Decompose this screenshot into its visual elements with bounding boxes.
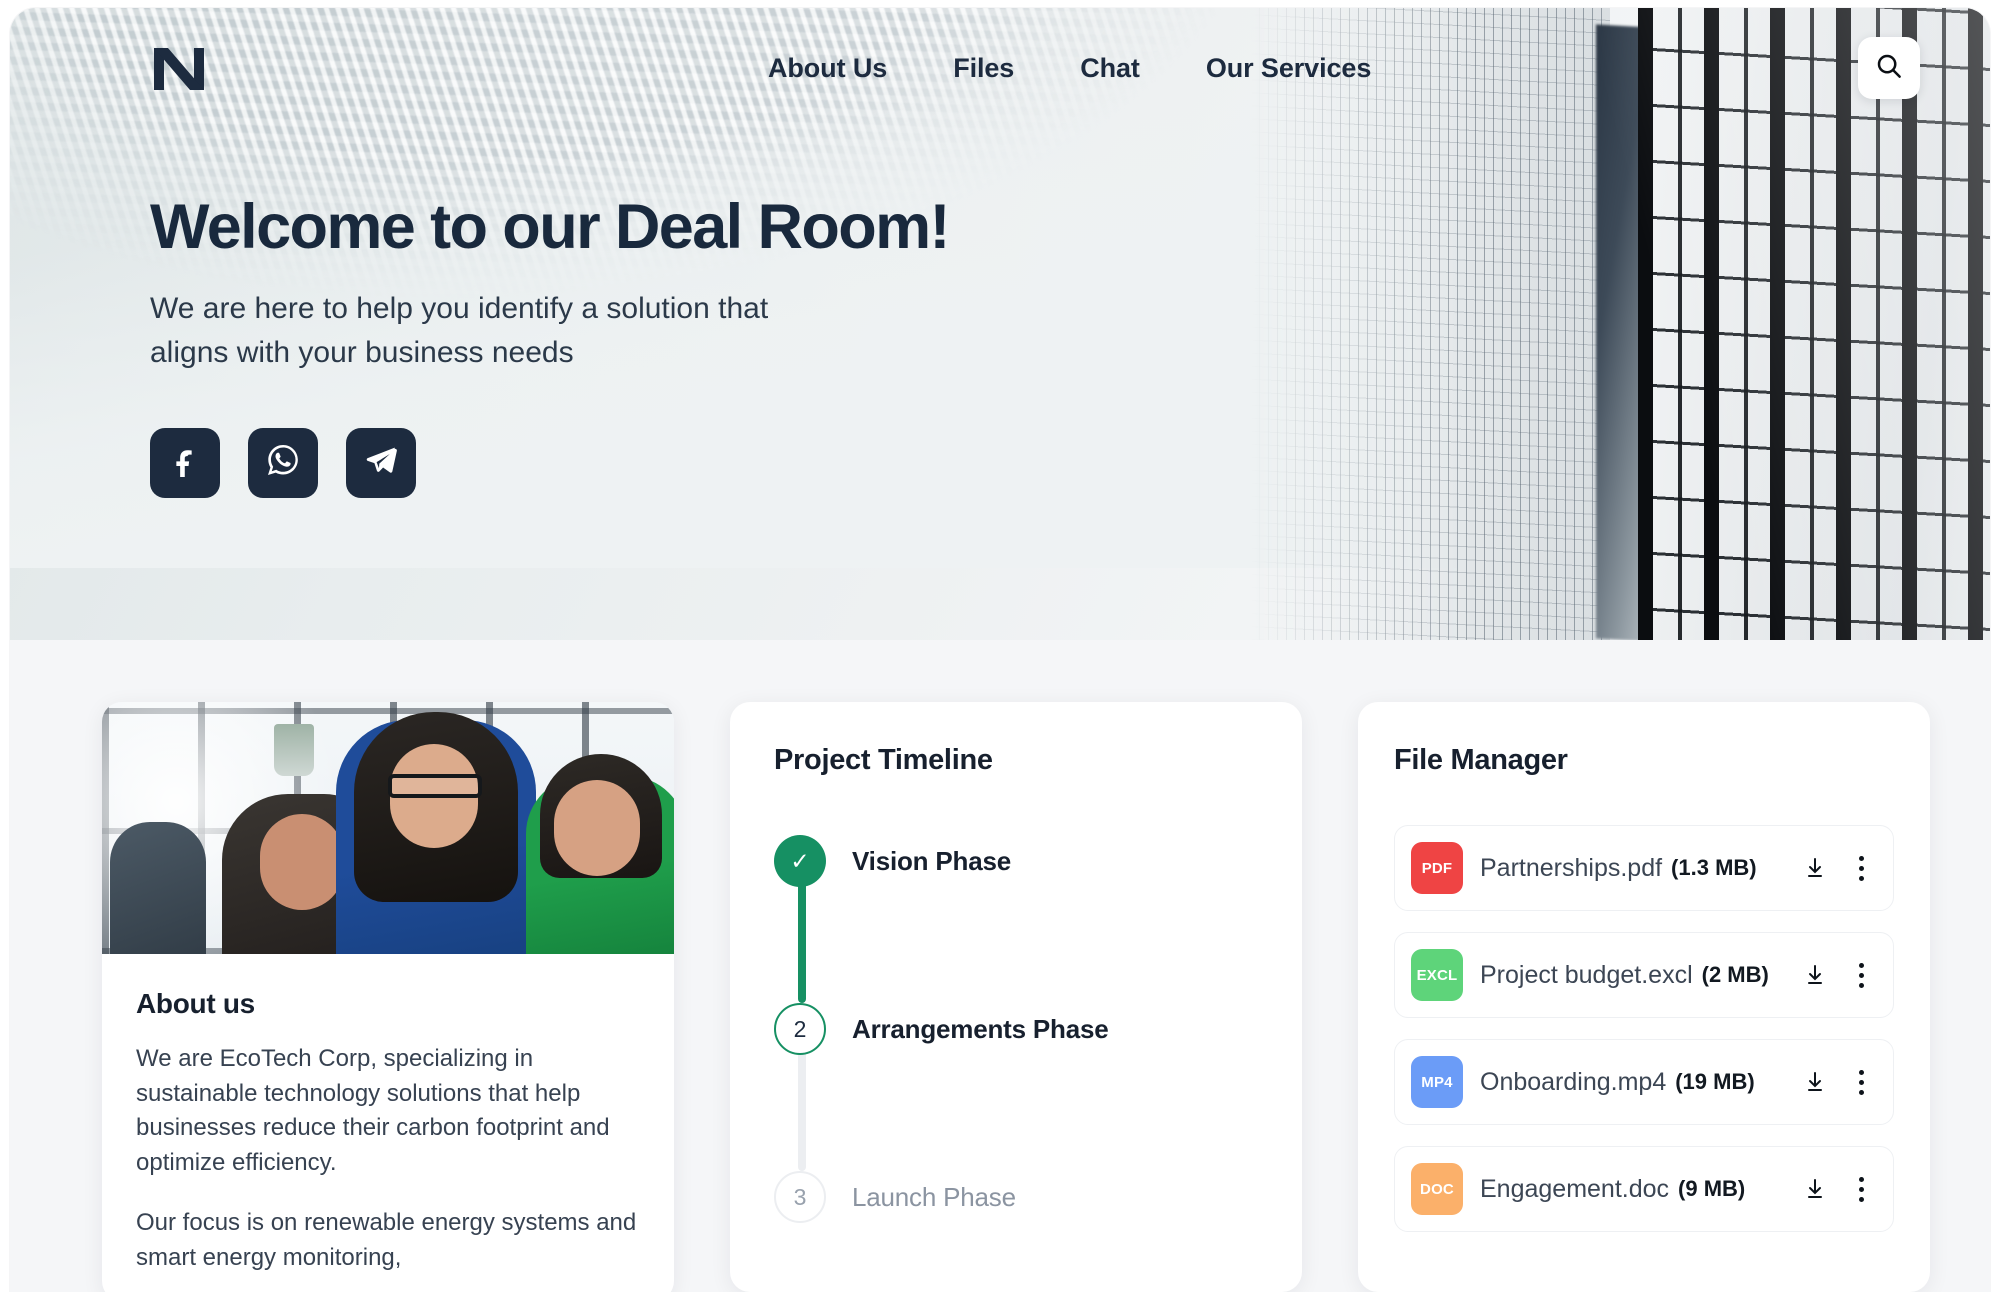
- timeline-step-arrangements-phase[interactable]: 2 Arrangements Phase: [774, 1003, 1258, 1055]
- file-actions: [1801, 853, 1875, 883]
- file-actions: [1801, 1067, 1875, 1097]
- search-icon: [1874, 51, 1904, 86]
- more-vertical-icon[interactable]: [1847, 1174, 1875, 1204]
- about-title: About us: [136, 988, 255, 1019]
- step-label-arrangements-phase: Arrangements Phase: [852, 1013, 1109, 1044]
- file-type-badge-excl: EXCL: [1411, 949, 1463, 1001]
- timeline-connector-1: [798, 881, 806, 1003]
- timeline-title: Project Timeline: [774, 744, 993, 776]
- project-timeline-card: Project Timeline ✓ Vision Phase 2 Arrang…: [730, 702, 1302, 1292]
- about-paragraph-2: Our focus is on renewable energy systems…: [136, 1209, 637, 1271]
- main-content: About us We are EcoTech Corp, specializi…: [10, 640, 1990, 1292]
- facebook-icon: [168, 443, 202, 482]
- file-type-badge-mp4: MP4: [1411, 1056, 1463, 1108]
- nav-link-chat[interactable]: Chat: [1080, 53, 1140, 84]
- hero-title: Welcome to our Deal Room!: [150, 192, 951, 262]
- file-size: (19 MB): [1675, 1069, 1755, 1094]
- more-vertical-icon[interactable]: [1847, 960, 1875, 990]
- search-button[interactable]: [1858, 37, 1920, 99]
- timeline-steps: ✓ Vision Phase 2 Arrangements Phase 3 La…: [774, 835, 1258, 1223]
- nav-link-our-services[interactable]: Our Services: [1206, 53, 1372, 84]
- timeline-step-vision-phase[interactable]: ✓ Vision Phase: [774, 835, 1258, 887]
- download-icon[interactable]: [1801, 1174, 1829, 1204]
- nav-link-about-us[interactable]: About Us: [768, 53, 887, 84]
- download-icon[interactable]: [1801, 960, 1829, 990]
- browser-frame: About Us Files Chat Our Services Welcome: [0, 0, 2000, 1292]
- file-name: Partnerships.pdf: [1480, 853, 1663, 882]
- file-actions: [1801, 1174, 1875, 1204]
- file-name: Onboarding.mp4: [1480, 1067, 1667, 1096]
- file-row[interactable]: DOC Engagement.doc (9 MB): [1394, 1146, 1894, 1232]
- hero-copy: Welcome to our Deal Room! We are here to…: [150, 192, 951, 498]
- telegram-icon: [364, 443, 398, 482]
- step-label-launch-phase: Launch Phase: [852, 1181, 1016, 1212]
- whatsapp-button[interactable]: [248, 427, 318, 498]
- step-marker-3: 3: [774, 1171, 826, 1223]
- about-card: About us We are EcoTech Corp, specializi…: [102, 702, 674, 1292]
- step-marker-2: 2: [774, 1003, 826, 1055]
- timeline-step-launch-phase[interactable]: 3 Launch Phase: [774, 1171, 1258, 1223]
- telegram-button[interactable]: [346, 427, 416, 498]
- file-manager-title: File Manager: [1394, 744, 1568, 776]
- about-paragraph-1: We are EcoTech Corp, specializing in sus…: [136, 1045, 610, 1176]
- more-vertical-icon[interactable]: [1847, 1067, 1875, 1097]
- file-actions: [1801, 960, 1875, 990]
- download-icon[interactable]: [1801, 853, 1829, 883]
- file-row[interactable]: PDF Partnerships.pdf (1.3 MB): [1394, 825, 1894, 911]
- more-vertical-icon[interactable]: [1847, 853, 1875, 883]
- file-type-badge-doc: DOC: [1411, 1163, 1463, 1215]
- whatsapp-icon: [265, 442, 301, 483]
- file-row[interactable]: MP4 Onboarding.mp4 (19 MB): [1394, 1039, 1894, 1125]
- main-navigation: About Us Files Chat Our Services: [10, 8, 1990, 128]
- hero-section: About Us Files Chat Our Services Welcome: [10, 8, 1990, 640]
- facebook-button[interactable]: [150, 427, 220, 498]
- nav-links: About Us Files Chat Our Services: [768, 53, 1371, 84]
- download-icon[interactable]: [1801, 1067, 1829, 1097]
- file-size: (2 MB): [1701, 962, 1769, 987]
- file-row[interactable]: EXCL Project budget.excl (2 MB): [1394, 932, 1894, 1018]
- file-list: PDF Partnerships.pdf (1.3 MB) EXCL Proje…: [1394, 825, 1894, 1232]
- step-label-vision-phase: Vision Phase: [852, 845, 1011, 876]
- n-logo-icon[interactable]: [150, 42, 208, 94]
- social-links: [150, 427, 949, 498]
- file-name: Project budget.excl: [1480, 960, 1693, 989]
- file-name: Engagement.doc: [1480, 1174, 1670, 1203]
- about-photo: [102, 702, 674, 954]
- file-manager-card: File Manager PDF Partnerships.pdf (1.3 M…: [1358, 702, 1930, 1292]
- nav-link-files[interactable]: Files: [953, 53, 1014, 84]
- file-size: (9 MB): [1678, 1176, 1746, 1201]
- file-type-badge-pdf: PDF: [1411, 842, 1463, 894]
- timeline-connector-2: [798, 1049, 806, 1171]
- step-marker-check-icon: ✓: [774, 835, 826, 887]
- file-size: (1.3 MB): [1671, 855, 1757, 880]
- hero-subtitle: We are here to help you identify a solut…: [150, 291, 769, 370]
- page-viewport: About Us Files Chat Our Services Welcome: [10, 8, 1990, 1292]
- about-body: About us We are EcoTech Corp, specializi…: [102, 954, 674, 1292]
